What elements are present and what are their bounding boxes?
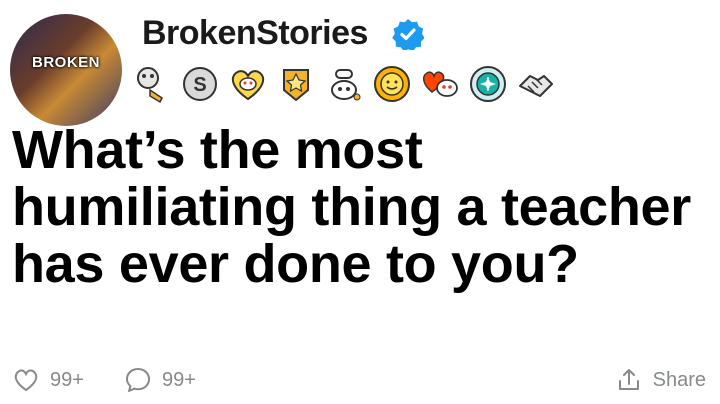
comment-count: 99+ (162, 368, 196, 391)
avatar[interactable]: BROKEN (10, 14, 122, 126)
heart-icon (14, 369, 38, 392)
verified-badge-icon (392, 19, 424, 50)
post-actions-bar: 99+ 99+ Share (12, 362, 706, 398)
snoo-chef-award-icon (331, 69, 361, 101)
comment-button[interactable]: 99+ (124, 366, 196, 394)
comment-bubble-icon (126, 368, 150, 392)
heart-snoo-award-icon (231, 70, 265, 101)
trumpet-award-icon (137, 67, 163, 104)
svg-text:S: S (193, 74, 206, 96)
heart-eyes-snoo-award-icon (422, 71, 458, 97)
like-button[interactable]: 99+ (12, 366, 84, 394)
share-label: Share (652, 368, 706, 391)
share-button[interactable]: Share (615, 366, 706, 394)
post-title: What’s the most humiliating thing a teac… (12, 120, 691, 294)
username[interactable]: BrokenStories (142, 14, 368, 53)
silver-s-award-icon: S (183, 67, 217, 101)
awards-row: S (132, 64, 556, 104)
share-icon (618, 369, 639, 390)
like-count: 99+ (50, 368, 84, 391)
gold-star-award-icon (283, 69, 309, 102)
teal-badge-award-icon (470, 66, 506, 102)
handshake-award-icon (519, 75, 553, 97)
sun-award-icon (374, 66, 410, 102)
avatar-logo-text: BROKEN (31, 54, 100, 71)
